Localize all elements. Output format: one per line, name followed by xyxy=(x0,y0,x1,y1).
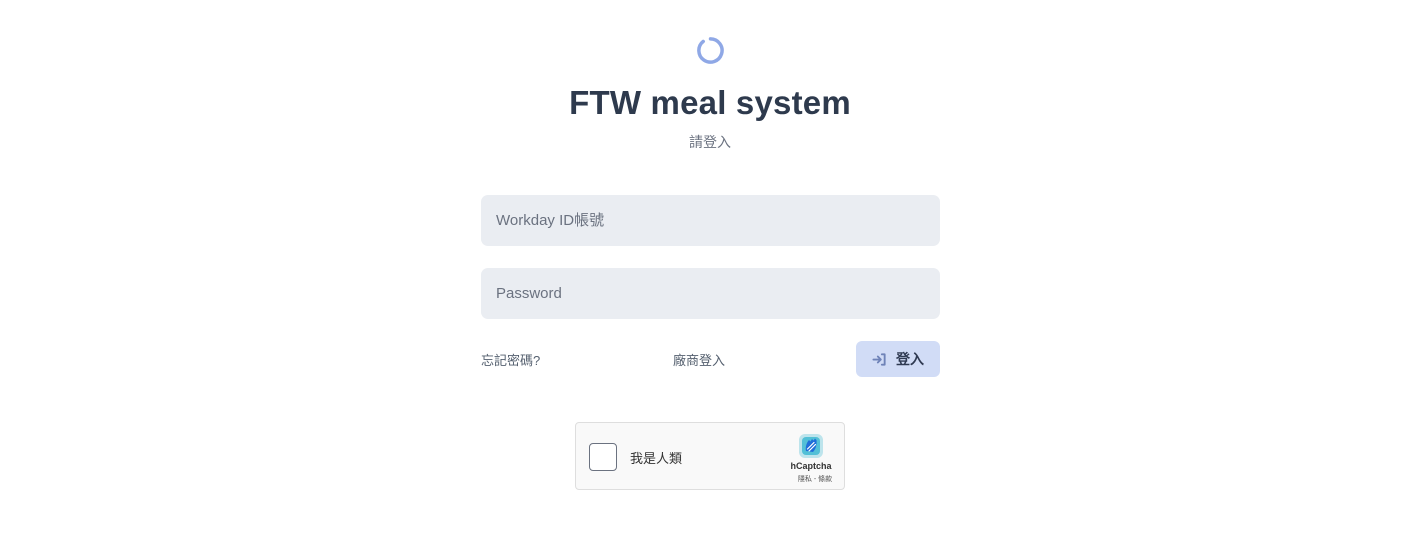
password-input[interactable] xyxy=(481,268,940,319)
forgot-password-link[interactable]: 忘記密碼? xyxy=(481,350,540,369)
hcaptcha-links[interactable]: 隱私 - 條款 xyxy=(790,474,840,484)
workday-id-input[interactable] xyxy=(481,195,940,246)
captcha-label: 我是人類 xyxy=(630,451,683,466)
loading-ring-icon xyxy=(697,37,724,64)
page-title: FTW meal system xyxy=(569,84,851,121)
hcaptcha-widget: 我是人類 hCaptcha 隱私 - 條款 xyxy=(575,422,845,490)
hcaptcha-brand: hCaptcha xyxy=(790,461,832,471)
login-button-label: 登入 xyxy=(896,351,924,367)
vendor-login-link[interactable]: 廠商登入 xyxy=(673,350,725,369)
hcaptcha-hand-icon xyxy=(799,434,823,458)
sign-in-icon xyxy=(872,352,886,366)
login-page: FTW meal system 請登入 忘記密碼? 廠商登入 登入 我是人類 h… xyxy=(0,0,1420,540)
captcha-checkbox[interactable] xyxy=(589,443,617,471)
login-button[interactable]: 登入 xyxy=(856,341,940,377)
page-subtitle: 請登入 xyxy=(689,134,731,150)
